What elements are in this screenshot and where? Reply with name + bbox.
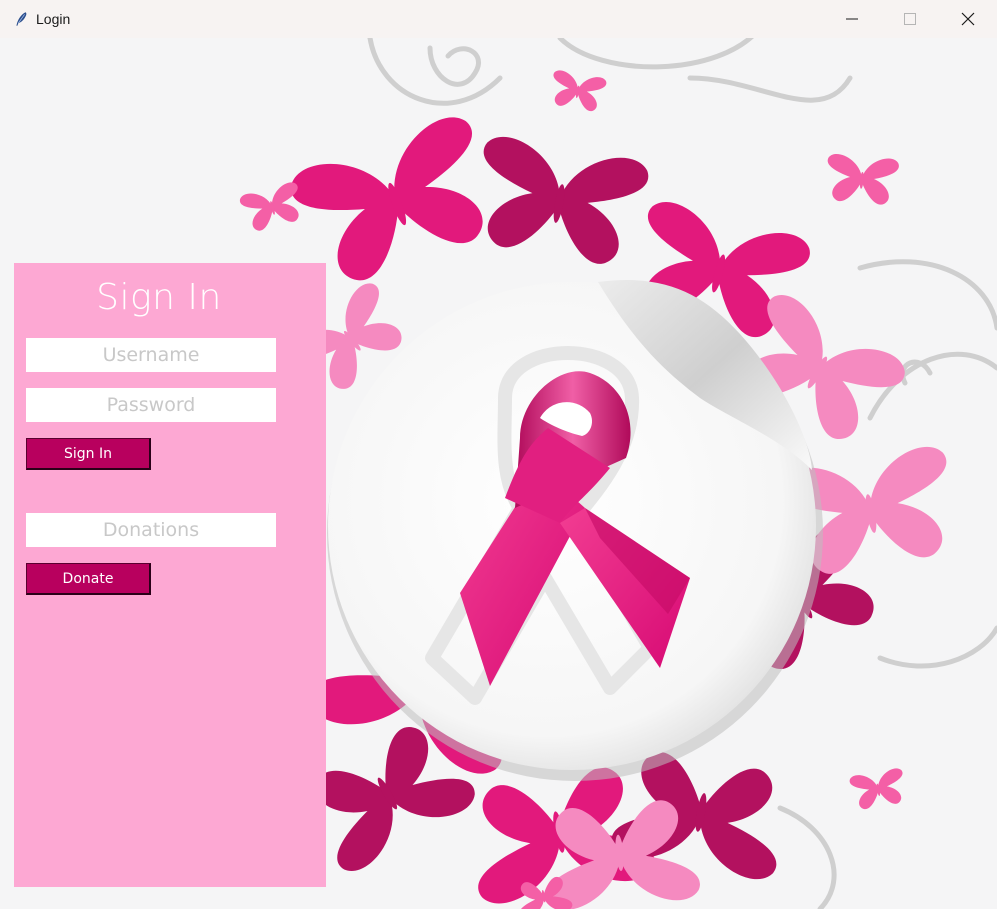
title-bar: Login <box>0 0 997 38</box>
minimize-button[interactable] <box>823 0 881 38</box>
signin-panel: Sign In Sign In Donate <box>14 263 326 887</box>
donate-button-label: Donate <box>62 570 114 587</box>
feather-icon <box>16 12 27 26</box>
maximize-icon <box>904 13 916 25</box>
signin-button-label: Sign In <box>64 445 112 462</box>
minimize-icon <box>846 18 858 20</box>
password-input[interactable] <box>26 388 276 422</box>
signin-button[interactable]: Sign In <box>26 438 151 470</box>
window-controls <box>823 0 997 38</box>
login-window: Login Sign In Username Sign In Donations… <box>0 0 997 909</box>
close-button[interactable] <box>939 0 997 38</box>
close-icon <box>961 12 975 26</box>
username-input[interactable] <box>26 338 276 372</box>
content-area: Sign In Sign In Donate <box>0 38 997 909</box>
signin-title: Sign In <box>96 277 222 318</box>
window-title: Login <box>36 11 71 27</box>
donate-button[interactable]: Donate <box>26 563 151 595</box>
donations-input[interactable] <box>26 513 276 547</box>
maximize-button[interactable] <box>881 0 939 38</box>
